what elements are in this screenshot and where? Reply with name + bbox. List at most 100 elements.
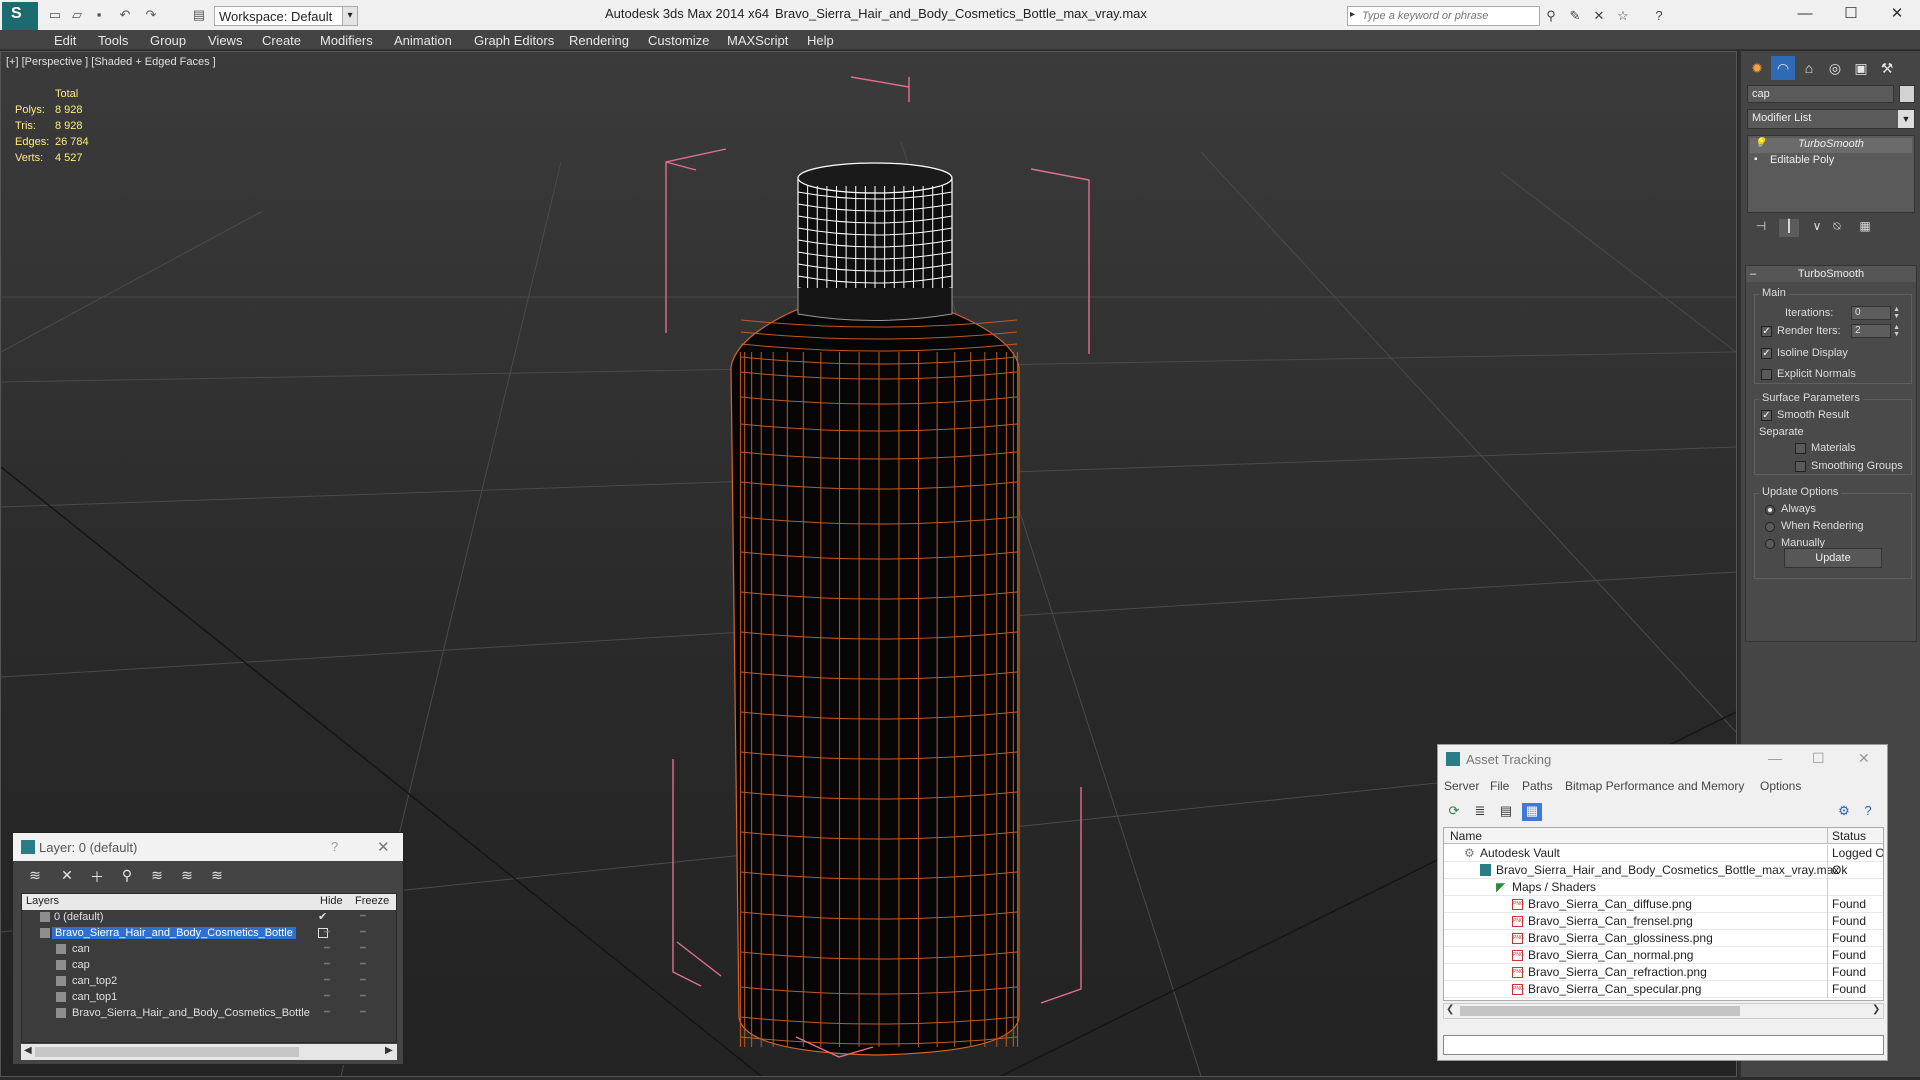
show-end-result-icon[interactable]: ┃ — [1779, 219, 1799, 237]
hide-toggle[interactable]: ┅ — [324, 927, 330, 938]
menu-graph-editors[interactable]: Graph Editors — [474, 33, 554, 48]
layer-row[interactable]: cap ┅ ┅ — [22, 958, 396, 974]
minimize-icon[interactable]: — — [1768, 750, 1782, 766]
utilities-tab-icon[interactable]: ⚒ — [1875, 56, 1899, 80]
create-layer-icon[interactable]: ≋ — [25, 867, 45, 887]
create-tab-icon[interactable]: ✹ — [1745, 56, 1769, 80]
tree-view-icon[interactable]: ▤ — [1496, 803, 1516, 821]
close-button[interactable]: ✕ — [1874, 0, 1920, 28]
scroll-right-icon[interactable]: ❯ — [1872, 1004, 1880, 1015]
hide-toggle[interactable]: ┅ — [324, 959, 330, 970]
undo-icon[interactable]: ↶ — [116, 6, 134, 24]
hide-toggle[interactable]: ┅ — [324, 991, 330, 1002]
refresh-icon[interactable]: ⟳ — [1444, 803, 1464, 821]
asset-row[interactable]: PNG Bravo_Sierra_Can_frensel.png Found — [1444, 913, 1883, 930]
asset-row[interactable]: PNG Bravo_Sierra_Can_glossiness.png Foun… — [1444, 930, 1883, 947]
column-status[interactable]: Status — [1832, 829, 1866, 843]
server-help-icon[interactable]: ⚙ — [1834, 803, 1854, 821]
column-divider[interactable] — [1827, 828, 1828, 844]
hide-toggle[interactable]: ┅ — [324, 943, 330, 954]
freeze-toggle[interactable]: ┅ — [360, 991, 366, 1002]
modify-tab-icon[interactable]: ◠ — [1771, 56, 1795, 80]
asset-tracking-titlebar[interactable]: Asset Tracking — ☐ ✕ — [1438, 745, 1887, 773]
layer-row[interactable]: 0 (default) ✔ ┅ — [22, 910, 396, 926]
column-hide[interactable]: Hide — [320, 895, 343, 907]
remove-modifier-icon[interactable]: ⍉ — [1827, 219, 1847, 237]
scrollbar-thumb[interactable] — [1460, 1006, 1740, 1016]
asset-row[interactable]: ◤ Maps / Shaders — [1444, 879, 1883, 896]
maximize-button[interactable]: ☐ — [1828, 0, 1874, 28]
asset-row[interactable]: PNG Bravo_Sierra_Can_diffuse.png Found — [1444, 896, 1883, 913]
layer-row[interactable]: Bravo_Sierra_Hair_and_Body_Cosmetics_Bot… — [22, 926, 396, 942]
expand-icon[interactable]: ▪ — [1754, 154, 1758, 165]
close-icon[interactable]: ✕ — [1858, 750, 1870, 767]
object-name-field[interactable] — [1747, 85, 1894, 103]
menu-maxscript[interactable]: MAXScript — [727, 33, 788, 48]
menu-rendering[interactable]: Rendering — [569, 33, 629, 48]
pin-stack-icon[interactable]: ⊣ — [1751, 219, 1771, 237]
hide-toggle[interactable]: ┅ — [324, 1007, 330, 1018]
stack-item-turbosmooth[interactable]: 💡 TurboSmooth — [1750, 138, 1912, 153]
iterations-spinner[interactable]: 0 ▲ ▼ — [1851, 306, 1900, 320]
search-expand-icon[interactable]: ▸ — [1350, 9, 1355, 20]
menu-tools[interactable]: Tools — [98, 33, 128, 48]
when-rendering-radio[interactable] — [1765, 522, 1775, 532]
asset-row[interactable]: PNG Bravo_Sierra_Can_refraction.png Foun… — [1444, 964, 1883, 981]
select-objects-icon[interactable]: ⚲ — [117, 867, 137, 887]
freeze-toggle[interactable]: ┅ — [360, 927, 366, 938]
motion-tab-icon[interactable]: ◎ — [1823, 56, 1847, 80]
asset-row[interactable]: Bravo_Sierra_Hair_and_Body_Cosmetics_Bot… — [1444, 862, 1883, 879]
highlight-layer-icon[interactable]: ≋ — [147, 867, 167, 887]
viewport-label-menu[interactable]: [+] [Perspective ] [Shaded + Edged Faces… — [6, 56, 216, 68]
help-icon[interactable]: ? — [1650, 7, 1668, 25]
manually-radio[interactable] — [1765, 539, 1775, 549]
make-unique-icon[interactable]: ∨ — [1807, 219, 1827, 237]
help-icon[interactable]: ? — [1858, 803, 1878, 821]
delete-layer-icon[interactable]: ✕ — [57, 867, 77, 887]
menu-create[interactable]: Create — [262, 33, 301, 48]
freeze-toggle[interactable]: ┅ — [360, 1007, 366, 1018]
layer-row[interactable]: Bravo_Sierra_Hair_and_Body_Cosmetics_Bot… — [22, 1006, 396, 1022]
asset-path-field[interactable] — [1443, 1035, 1884, 1055]
menu-customize[interactable]: Customize — [648, 33, 709, 48]
freeze-toggle[interactable]: ┅ — [360, 959, 366, 970]
add-selected-icon[interactable]: ＋ — [87, 867, 107, 887]
at-menu-file[interactable]: File — [1490, 779, 1509, 793]
exchange-icon[interactable]: ✕ — [1590, 7, 1608, 25]
smooth-result-checkbox[interactable]: ✓ — [1761, 410, 1772, 421]
display-tab-icon[interactable]: ▣ — [1849, 56, 1873, 80]
column-name[interactable]: Name — [1450, 829, 1482, 843]
scroll-right-icon[interactable]: ▶ — [385, 1045, 393, 1056]
freeze-toggle[interactable]: ┅ — [360, 975, 366, 986]
menu-group[interactable]: Group — [150, 33, 186, 48]
horizontal-scrollbar[interactable]: ❮ ❯ — [1443, 1003, 1884, 1019]
communication-icon[interactable]: ✎ — [1566, 7, 1584, 25]
search-box[interactable]: ▸ — [1347, 6, 1540, 26]
binoculars-icon[interactable]: ⚲ — [1542, 7, 1560, 25]
workspace-dropdown[interactable]: Workspace: Default ▾ — [214, 6, 358, 26]
menu-modifiers[interactable]: Modifiers — [320, 33, 373, 48]
render-iters-checkbox[interactable]: ✓ — [1761, 326, 1772, 337]
layer-row[interactable]: can_top2 ┅ ┅ — [22, 974, 396, 990]
scroll-left-icon[interactable]: ❮ — [1446, 1004, 1454, 1015]
lightbulb-icon[interactable]: 💡 — [1754, 138, 1766, 149]
freeze-all-icon[interactable]: ≋ — [207, 867, 227, 887]
column-freeze[interactable]: Freeze — [355, 895, 389, 907]
open-file-icon[interactable]: ▱ — [68, 6, 86, 24]
maximize-icon[interactable]: ☐ — [1812, 750, 1825, 767]
layer-row[interactable]: can ┅ ┅ — [22, 942, 396, 958]
redo-icon[interactable]: ↷ — [142, 6, 160, 24]
project-folder-icon[interactable]: ▤ — [190, 6, 208, 24]
hide-toggle[interactable]: ┅ — [324, 975, 330, 986]
layer-row[interactable]: can_top1 ┅ ┅ — [22, 990, 396, 1006]
layer-window-titlebar[interactable]: Layer: 0 (default) ? ✕ — [13, 833, 403, 861]
asset-row[interactable]: PNG Bravo_Sierra_Can_specular.png Found — [1444, 981, 1883, 998]
spinner-arrows-icon[interactable]: ▲ ▼ — [1893, 324, 1900, 338]
at-menu-bitmap-performance[interactable]: Bitmap Performance and Memory — [1565, 779, 1744, 793]
menu-animation[interactable]: Animation — [394, 33, 452, 48]
asset-row[interactable]: PNG Bravo_Sierra_Can_normal.png Found — [1444, 947, 1883, 964]
bottle-body-mesh[interactable] — [681, 207, 1069, 1056]
list-view-icon[interactable]: ≣ — [1470, 803, 1490, 821]
freeze-toggle[interactable]: ┅ — [360, 911, 366, 922]
at-menu-paths[interactable]: Paths — [1522, 779, 1553, 793]
